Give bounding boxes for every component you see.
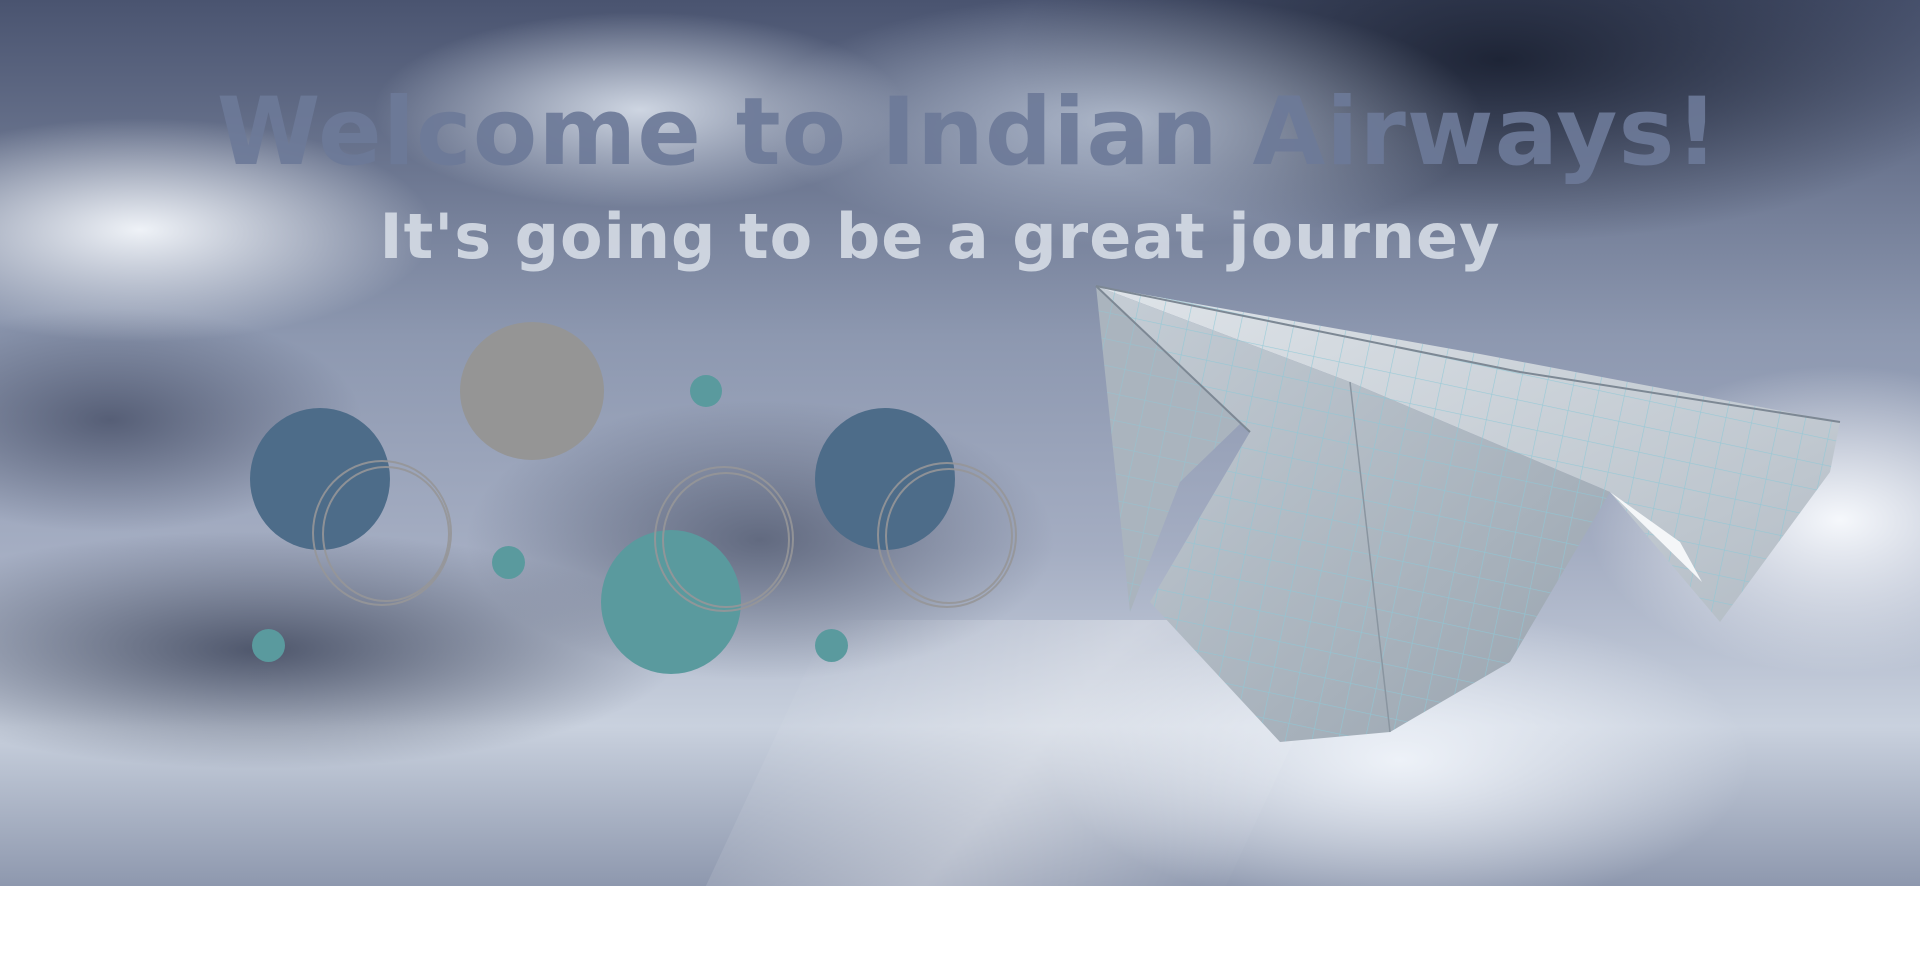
ring-left-inner xyxy=(322,466,450,602)
teal-dot-small-top xyxy=(690,375,722,407)
hero-title: Welcome to Indian Airways! xyxy=(216,78,1720,187)
teal-dot-small-left xyxy=(252,629,285,662)
ring-right-inner xyxy=(885,468,1013,604)
hero-subtitle: It's going to be a great journey xyxy=(379,200,1501,273)
paper-plane-icon xyxy=(1095,285,1841,742)
grey-circle xyxy=(460,322,604,460)
teal-dot-small-mid xyxy=(492,546,525,579)
ring-middle-inner xyxy=(662,472,790,608)
teal-dot-small-right xyxy=(815,629,848,662)
hero-background: Welcome to Indian Airways! It's going to… xyxy=(0,0,1920,886)
